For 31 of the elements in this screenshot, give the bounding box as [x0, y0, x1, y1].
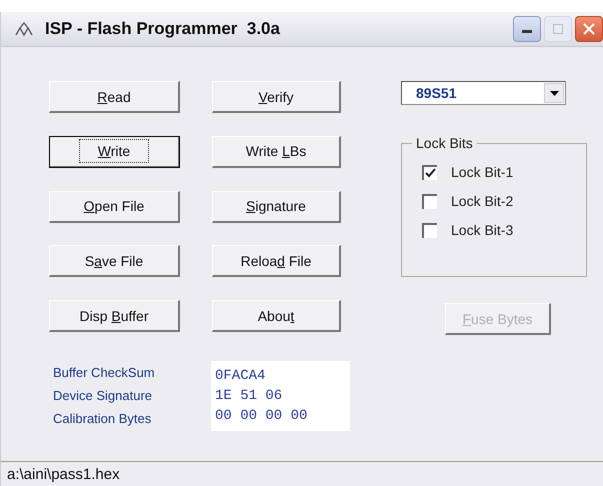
command-button[interactable]: Verify	[212, 81, 341, 113]
info-label: Calibration Bytes	[53, 410, 152, 428]
window-title: ISP - Flash Programmer 3.0a	[45, 19, 280, 39]
group-title: Lock Bits	[412, 135, 477, 151]
minimize-button[interactable]	[513, 16, 541, 42]
checkbox[interactable]	[422, 222, 437, 238]
info-label: Buffer CheckSum	[53, 364, 156, 382]
info-value: 1E 51 06	[215, 387, 284, 406]
checkbox[interactable]	[422, 164, 437, 180]
app-icon	[15, 22, 33, 36]
command-button[interactable]: Reload File	[212, 245, 341, 278]
checkbox-label[interactable]: Lock Bit-1	[451, 164, 514, 180]
checkbox[interactable]	[422, 194, 437, 208]
minimize-icon[interactable]	[522, 30, 532, 34]
command-button[interactable]: Open File	[49, 190, 180, 223]
command-button[interactable]: Write	[49, 136, 180, 168]
close-icon[interactable]	[583, 23, 595, 35]
device-dropdown[interactable]: 89S51	[401, 81, 566, 105]
command-button[interactable]: Save File	[49, 245, 180, 278]
command-button[interactable]: Read	[49, 81, 180, 113]
info-value: 00 00 00 00	[215, 407, 308, 426]
close-button[interactable]	[575, 16, 603, 42]
file-path: a:\aini\pass1.hex	[7, 466, 120, 482]
command-button[interactable]: About	[212, 300, 341, 332]
command-button[interactable]: Write LBs	[212, 136, 341, 168]
checkbox-label[interactable]: Lock Bit-3	[451, 222, 514, 238]
info-value: 0FACA4	[215, 367, 266, 386]
command-button[interactable]: Disp Buffer	[49, 300, 180, 332]
info-label: Device Signature	[53, 386, 153, 405]
checkbox-label[interactable]: Lock Bit-2	[451, 193, 514, 209]
command-button[interactable]: Signature	[212, 190, 341, 223]
